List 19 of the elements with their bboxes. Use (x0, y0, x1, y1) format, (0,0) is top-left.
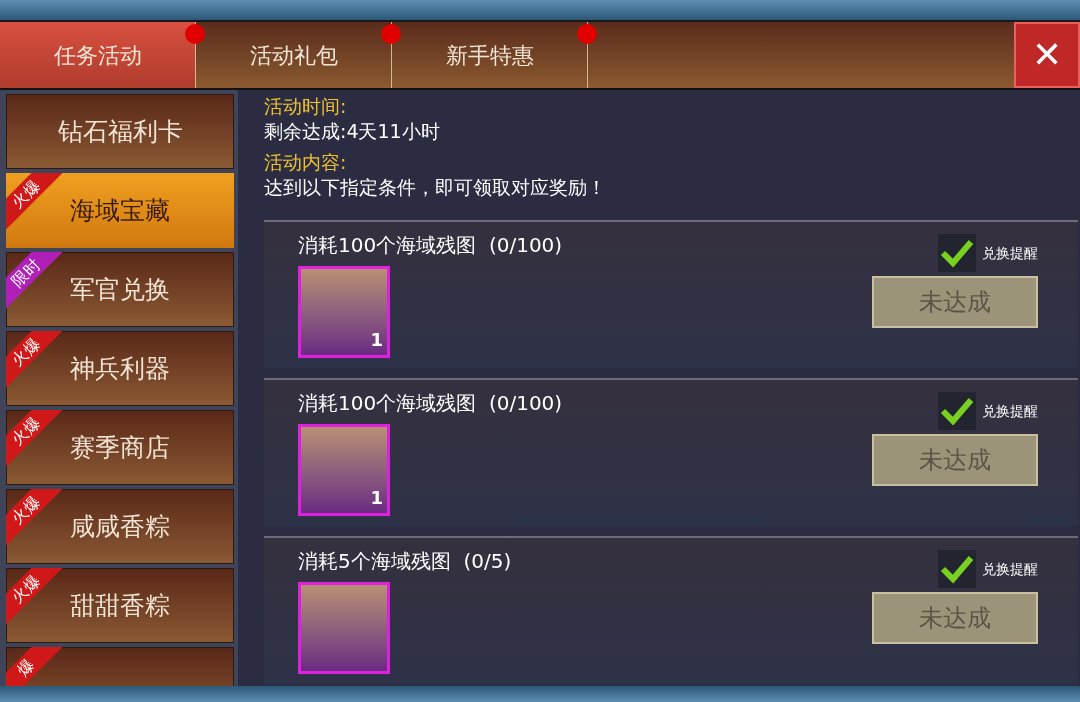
section-heading: 活动内容: (264, 150, 348, 175)
task-title: 消耗100个海域残图 (0/100) (298, 232, 564, 259)
reward-item[interactable]: 1 (298, 424, 390, 516)
task-title: 消耗5个海域残图 (0/5) (298, 548, 513, 575)
section-heading: 活动时间: (264, 94, 348, 119)
tab[interactable]: 任务活动 (0, 22, 195, 88)
task-title: 消耗100个海域残图 (0/100) (298, 390, 564, 417)
item-count: 1 (370, 328, 383, 352)
tab[interactable]: 活动礼包 (196, 22, 391, 88)
section-text: 达到以下指定条件，即可领取对应奖励！ (264, 175, 607, 200)
reminder-label: 兑换提醒 (982, 243, 1038, 263)
tab[interactable]: 新手特惠 (392, 22, 587, 88)
item-count: 1 (370, 486, 383, 510)
close-button[interactable]: ✕ (1014, 22, 1080, 88)
reminder-label: 兑换提醒 (982, 559, 1038, 579)
section-text: 剩余达成:4天11小时 (264, 119, 441, 144)
reminder-label: 兑换提醒 (982, 401, 1038, 421)
reward-item[interactable]: 1 (298, 266, 390, 358)
sidebar-item[interactable]: 钻石福利卡 (6, 94, 234, 169)
